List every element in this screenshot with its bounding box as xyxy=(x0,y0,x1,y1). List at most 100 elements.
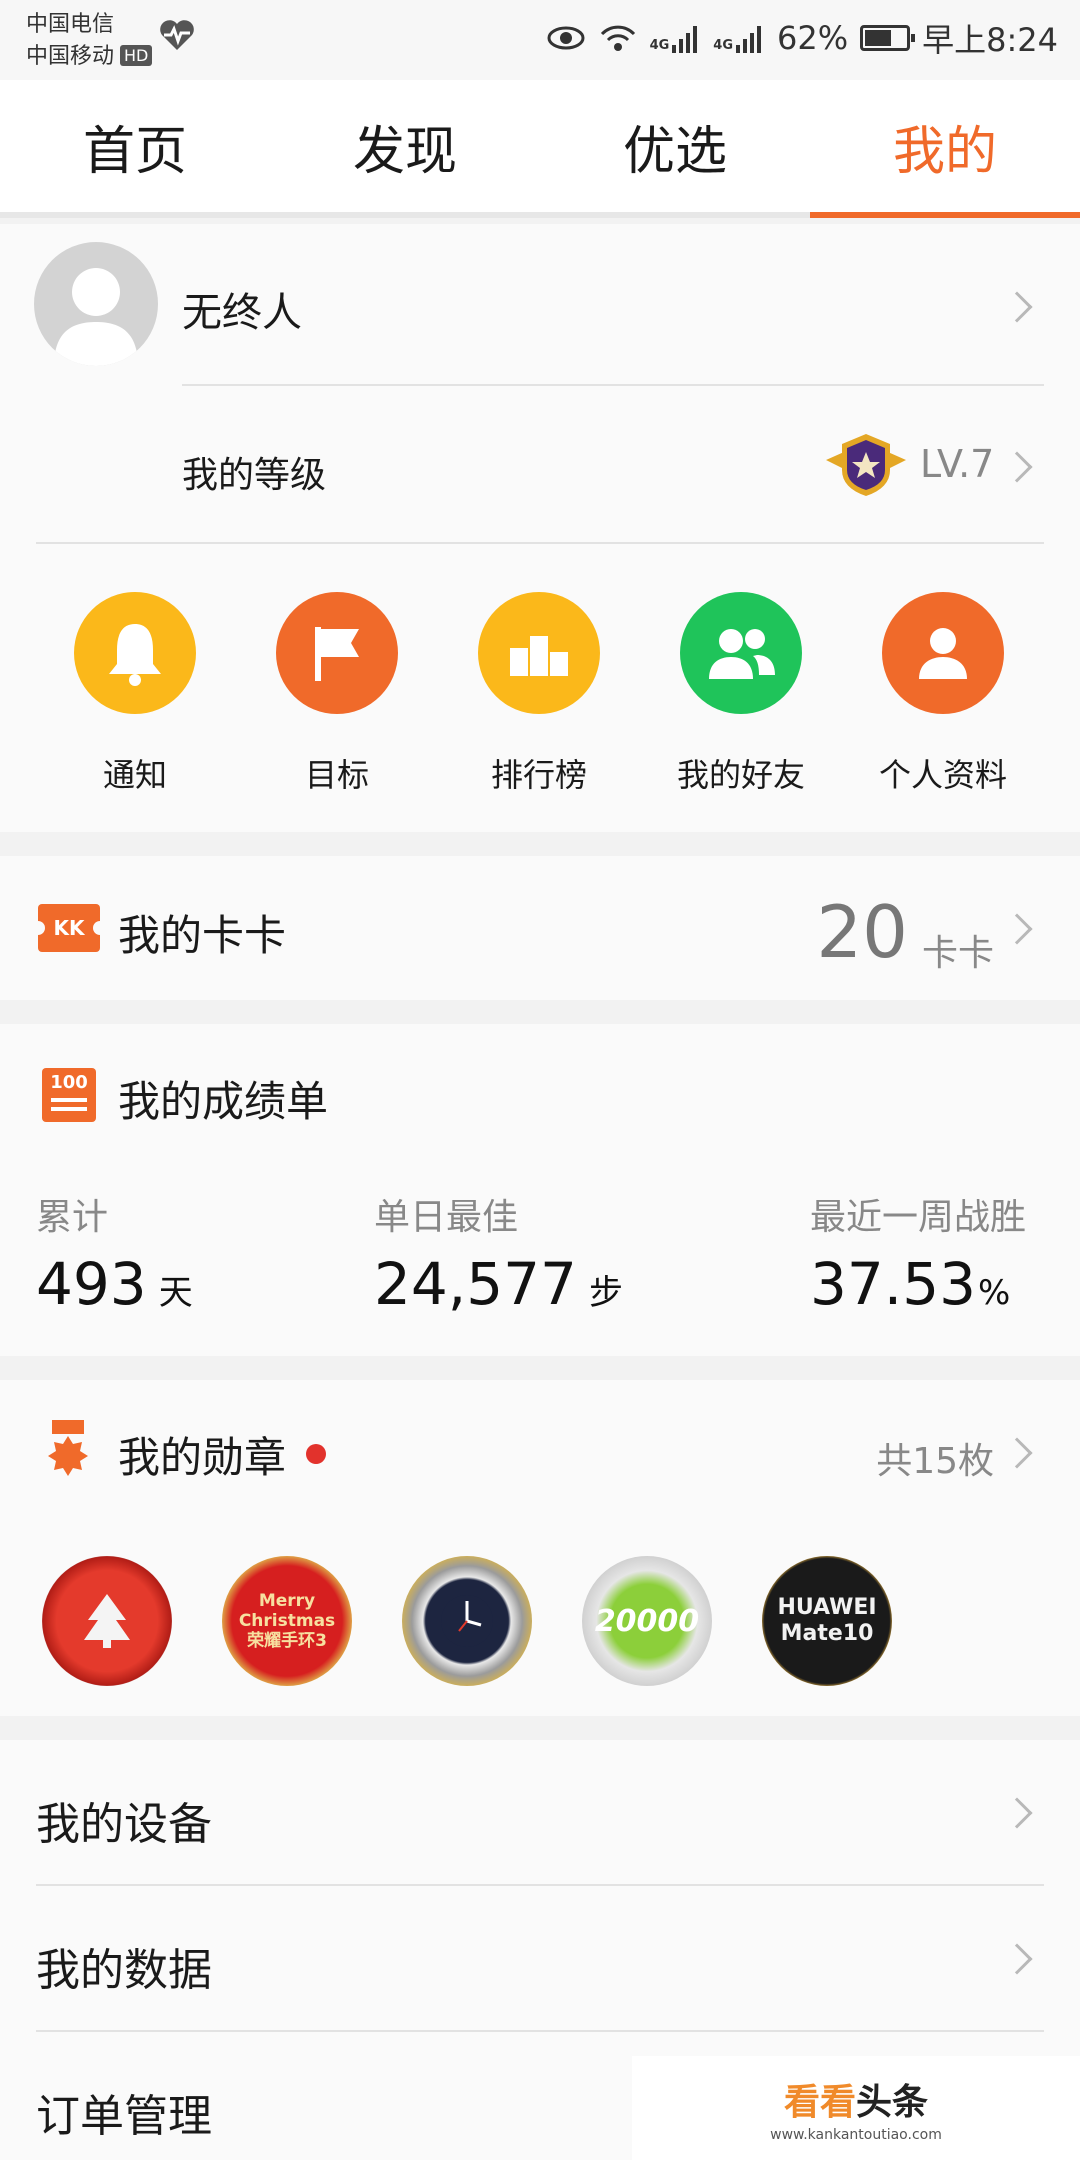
wifi-icon xyxy=(600,25,635,51)
status-bar: 中国电信 中国移动 HD 4G 4G 62% 早上8:24 xyxy=(0,0,1080,80)
quick-action-label: 我的好友 xyxy=(676,756,805,794)
stat-unit: % xyxy=(978,1273,1011,1313)
network-type-sim2: 4G xyxy=(713,38,733,53)
eye-comfort-icon xyxy=(547,26,585,50)
medal-icon xyxy=(48,1420,88,1476)
merry-christmas-badge-text: Merry Christmas 荣耀手环3 xyxy=(238,1591,336,1651)
merry-christmas-badge[interactable]: Merry Christmas 荣耀手环3 xyxy=(222,1556,352,1686)
friends-icon xyxy=(709,629,775,679)
kaka-card[interactable]: KK 我的卡卡 20 卡卡 xyxy=(0,856,1080,1000)
list-item-my-devices[interactable]: 我的设备 xyxy=(0,1740,1080,1885)
carrier-secondary-label: 中国移动 xyxy=(26,44,115,69)
top-tabs: 首页 发现 优选 我的 xyxy=(0,80,1080,218)
watch-badge[interactable] xyxy=(402,1556,532,1686)
friends-circle xyxy=(680,592,802,714)
kaka-count: 20 xyxy=(816,890,908,974)
flag-icon xyxy=(315,627,359,681)
stat-best-day-value: 24,577 xyxy=(374,1250,577,1318)
divider xyxy=(182,384,1044,386)
watermark: 看看头条 www.kankantoutiao.com xyxy=(632,2056,1080,2160)
stat-total-days-value: 493 xyxy=(36,1250,147,1318)
kaka-title: 我的卡卡 xyxy=(118,911,287,960)
mate10-badge[interactable]: HUAWEI Mate10 xyxy=(762,1556,892,1686)
person-icon xyxy=(919,628,967,679)
signal-bars-icon xyxy=(736,26,761,53)
medals-card: 我的勋章 共15枚 Merry Christmas 荣耀手环3 20000 HU… xyxy=(0,1380,1080,1716)
list-item-my-data[interactable]: 我的数据 xyxy=(0,1886,1080,2031)
signal-sim2: 4G xyxy=(713,23,765,53)
quick-action-profile[interactable]: 个人资料 xyxy=(843,592,1043,796)
battery-percent: 62% xyxy=(777,19,849,57)
report-card[interactable]: 100 我的成绩单 累计 493 天 单日最佳 24,577 步 最近一周战胜 37… xyxy=(0,1024,1080,1356)
username: 无终人 xyxy=(182,290,302,336)
chevron-right-icon xyxy=(1001,913,1033,945)
default-avatar-icon xyxy=(54,268,138,366)
report-icon-text: 100 xyxy=(50,1072,88,1093)
stat-total-days: 493 天 xyxy=(36,1250,193,1318)
level-label: 我的等级 xyxy=(182,455,327,496)
new-badge-dot xyxy=(306,1444,326,1464)
stat-total-days-label: 累计 xyxy=(36,1197,109,1238)
christmas-eve-badge[interactable] xyxy=(42,1556,172,1686)
kaka-icon: KK xyxy=(31,904,107,952)
christmas-tree-icon xyxy=(84,1594,130,1648)
stat-week-beat: 37.53% xyxy=(810,1250,1010,1318)
report-icon: 100 xyxy=(42,1068,96,1122)
profile-row[interactable]: 无终人 xyxy=(0,224,1080,388)
mate10-badge-text: HUAWEI Mate10 xyxy=(777,1595,877,1646)
hd-badge: HD xyxy=(120,45,153,66)
quick-action-ranking[interactable]: 排行榜 xyxy=(439,592,639,796)
watermark-logo-orange: 看看 xyxy=(783,2082,856,2123)
quick-action-label: 目标 xyxy=(304,756,369,794)
quick-action-label: 排行榜 xyxy=(490,756,587,794)
stat-unit: 天 xyxy=(158,1273,193,1313)
stat-unit: 步 xyxy=(588,1273,623,1313)
stat-best-day: 24,577 步 xyxy=(374,1250,623,1318)
tab-discover[interactable]: 发现 xyxy=(270,80,540,212)
bell-icon xyxy=(109,624,161,686)
podium-icon xyxy=(510,636,568,676)
network-type-sim1: 4G xyxy=(649,38,670,53)
quick-action-label: 通知 xyxy=(102,756,167,794)
stat-week-beat-value: 37.53 xyxy=(810,1250,977,1318)
profile-card: 无终人 我的等级 LV.7 通知 目标 排行榜 我的好友 个人资料 xyxy=(0,224,1080,832)
carrier-primary: 中国电信 xyxy=(26,12,115,37)
notify-circle xyxy=(74,592,196,714)
ranking-circle xyxy=(478,592,600,714)
watermark-logo: 看看头条 xyxy=(784,2073,928,2125)
quick-action-goal[interactable]: 目标 xyxy=(237,592,437,796)
list-item-label: 我的数据 xyxy=(36,1945,212,1996)
stat-week-beat-label: 最近一周战胜 xyxy=(810,1197,1027,1238)
list-item-label: 订单管理 xyxy=(36,2091,212,2142)
steps-20000-badge[interactable]: 20000 xyxy=(582,1556,712,1686)
quick-action-friends[interactable]: 我的好友 xyxy=(641,592,841,796)
chevron-right-icon xyxy=(1001,1797,1033,1829)
steps-20000-badge-text: 20000 xyxy=(594,1603,700,1639)
stat-best-day-label: 单日最佳 xyxy=(374,1197,519,1238)
watermark-logo-dark: 头条 xyxy=(856,2082,929,2123)
signal-sim1: 4G xyxy=(650,23,702,53)
profile-circle xyxy=(882,592,1004,714)
kaka-unit: 卡卡 xyxy=(921,933,994,974)
chevron-right-icon xyxy=(1001,1943,1033,1975)
list-item-label: 我的设备 xyxy=(36,1799,212,1850)
tab-me[interactable]: 我的 xyxy=(810,80,1080,218)
goal-circle xyxy=(276,592,398,714)
watch-face-icon xyxy=(441,1595,493,1647)
quick-action-notify[interactable]: 通知 xyxy=(35,592,235,796)
watermark-url: www.kankantoutiao.com xyxy=(770,2127,942,2143)
avatar[interactable] xyxy=(34,242,158,366)
battery-icon xyxy=(860,25,916,51)
tab-selected[interactable]: 优选 xyxy=(540,80,810,212)
carrier-secondary: 中国移动 HD xyxy=(26,38,153,70)
divider xyxy=(36,542,1044,544)
tab-home[interactable]: 首页 xyxy=(0,80,270,212)
medals-count: 共15枚 xyxy=(876,1441,994,1482)
report-title: 我的成绩单 xyxy=(118,1077,329,1126)
heart-rate-icon xyxy=(160,20,194,50)
level-row[interactable] xyxy=(0,388,1080,538)
clock: 早上8:24 xyxy=(922,21,1058,59)
chevron-right-icon xyxy=(1001,291,1033,323)
medals-title: 我的勋章 xyxy=(118,1433,287,1482)
signal-bars-icon xyxy=(672,26,698,53)
